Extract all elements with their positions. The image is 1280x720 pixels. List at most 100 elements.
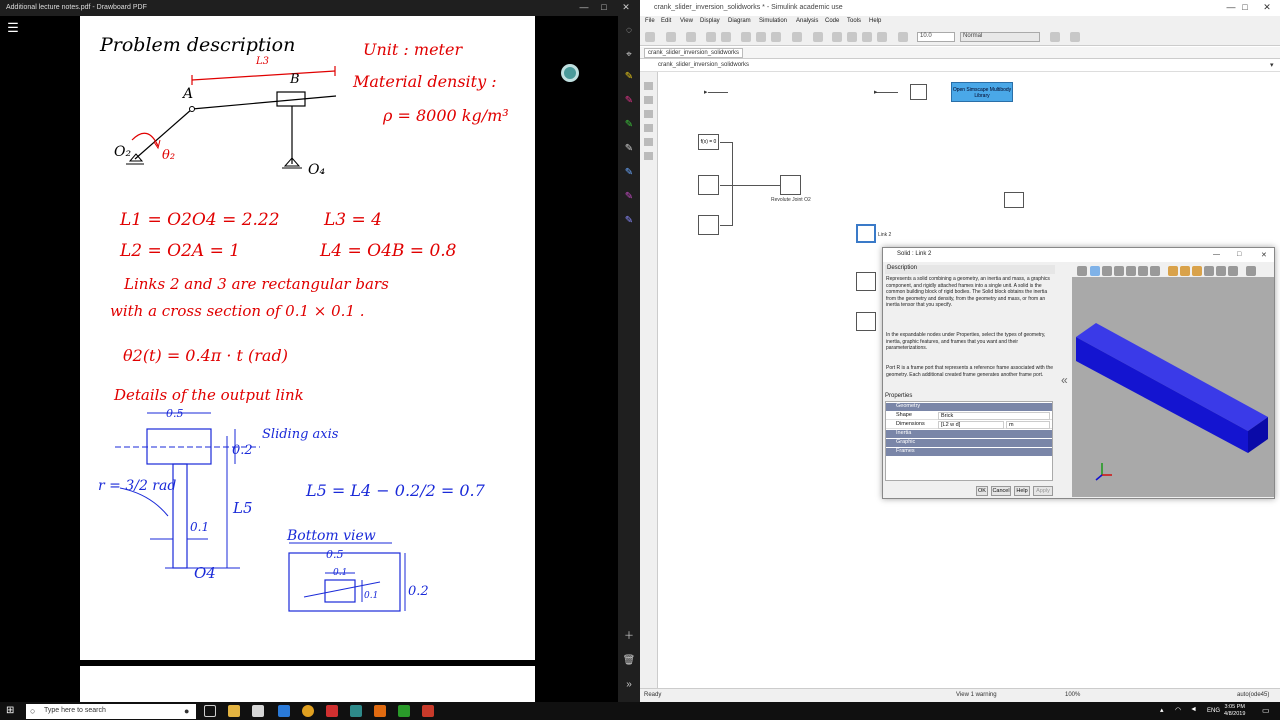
camtasia-icon[interactable] xyxy=(398,705,410,717)
link2-solid-block[interactable] xyxy=(856,224,876,243)
view-top-icon[interactable] xyxy=(1216,266,1226,276)
view-tool-icon[interactable] xyxy=(1077,266,1087,276)
graphic-node[interactable]: Graphic xyxy=(886,439,1052,447)
acrobat-icon[interactable] xyxy=(326,705,338,717)
view-back-icon[interactable] xyxy=(1180,266,1190,276)
sim-mode-select[interactable]: Normal xyxy=(960,32,1040,42)
mechanism-config-block[interactable] xyxy=(698,215,719,235)
record-icon[interactable] xyxy=(898,32,908,42)
view-left-icon[interactable] xyxy=(1192,266,1202,276)
pen-violet-icon[interactable]: ✎ xyxy=(622,214,636,228)
help-button[interactable]: Help xyxy=(1014,486,1030,496)
area-icon[interactable] xyxy=(644,152,653,160)
view-iso-icon[interactable] xyxy=(1228,266,1238,276)
menu-display[interactable]: Display xyxy=(700,18,720,24)
minimize-icon[interactable]: — xyxy=(577,2,591,12)
clock[interactable]: 3:05 PM 4/8/2019 xyxy=(1224,704,1245,718)
comment-icon[interactable]: ◌ xyxy=(622,24,636,38)
windows-start-icon[interactable]: ⊞ xyxy=(6,705,18,717)
transform-block[interactable] xyxy=(1004,192,1024,208)
open-library-block[interactable]: Open Simscape Multibody Library xyxy=(951,82,1013,102)
maximize-icon[interactable]: □ xyxy=(597,2,611,12)
taskbar-search-input[interactable]: Type here to search xyxy=(26,704,196,719)
close-icon[interactable]: ✕ xyxy=(619,2,633,13)
zoom-icon[interactable] xyxy=(1126,266,1136,276)
scope-block[interactable] xyxy=(910,84,927,100)
dimensions-input[interactable]: [L2 w d] xyxy=(938,421,1004,429)
redo-icon[interactable] xyxy=(721,32,731,42)
geometry-node[interactable]: Geometry xyxy=(886,403,1052,411)
sim-maximize-icon[interactable]: □ xyxy=(1238,2,1252,12)
mail-icon[interactable] xyxy=(278,705,290,717)
pen-purple-icon[interactable]: ✎ xyxy=(622,190,636,204)
step-back-icon[interactable] xyxy=(813,32,823,42)
open-icon[interactable] xyxy=(666,32,676,42)
collapse-panel-icon[interactable]: « xyxy=(1061,373,1068,387)
dialog-close-icon[interactable]: ✕ xyxy=(1261,251,1267,259)
dialog-maximize-icon[interactable]: □ xyxy=(1237,251,1241,258)
menu-diagram[interactable]: Diagram xyxy=(728,18,751,24)
solid-block[interactable] xyxy=(856,312,876,331)
file-explorer-icon[interactable] xyxy=(228,705,240,717)
drawboard-icon[interactable] xyxy=(350,705,362,717)
notifications-icon[interactable]: ▭ xyxy=(1262,706,1270,715)
menu-file[interactable]: File xyxy=(645,18,655,24)
inport-icon[interactable]: ▸ xyxy=(874,88,878,96)
status-solver[interactable]: auto(ode45) xyxy=(1237,692,1269,698)
frames-node[interactable]: Frames xyxy=(886,448,1052,456)
matlab-icon[interactable] xyxy=(374,705,386,717)
run-icon[interactable] xyxy=(847,32,857,42)
annotation-icon[interactable] xyxy=(644,124,653,132)
menu-simulation[interactable]: Simulation xyxy=(759,18,787,24)
back-icon[interactable] xyxy=(741,32,751,42)
solid-block[interactable] xyxy=(856,272,876,291)
menu-analysis[interactable]: Analysis xyxy=(796,18,818,24)
rotate-icon[interactable] xyxy=(1102,266,1112,276)
arrow-icon[interactable] xyxy=(644,110,653,118)
zoom-box-icon[interactable] xyxy=(1150,266,1160,276)
volume-icon[interactable]: ◄ xyxy=(1190,706,1197,713)
add-icon[interactable]: ＋ xyxy=(622,630,636,644)
dimensions-unit-select[interactable]: m xyxy=(1006,421,1050,429)
inport-icon[interactable]: ▸ xyxy=(704,88,708,96)
fit-icon[interactable] xyxy=(1138,266,1148,276)
network-icon[interactable]: ▴ xyxy=(1160,706,1164,714)
pen-blue-icon[interactable]: ✎ xyxy=(622,166,636,180)
check-icon[interactable] xyxy=(1050,32,1060,42)
image-icon[interactable] xyxy=(644,138,653,146)
language-indicator[interactable]: ENG xyxy=(1207,708,1220,714)
new-model-icon[interactable] xyxy=(645,32,655,42)
undo-icon[interactable] xyxy=(706,32,716,42)
library-icon[interactable] xyxy=(771,32,781,42)
pen-green-icon[interactable]: ✎ xyxy=(622,118,636,132)
shape-select[interactable]: Brick xyxy=(938,412,1050,420)
dialog-minimize-icon[interactable]: — xyxy=(1213,251,1220,258)
world-frame-block[interactable] xyxy=(698,175,719,195)
task-view-icon[interactable] xyxy=(204,705,216,717)
pan-icon[interactable] xyxy=(1114,266,1124,276)
pen-pink-icon[interactable]: ✎ xyxy=(622,94,636,108)
zoom-icon[interactable] xyxy=(644,82,653,90)
menu-tools[interactable]: Tools xyxy=(847,18,861,24)
chevron-down-icon[interactable]: ▾ xyxy=(1270,61,1274,69)
ok-button[interactable]: OK xyxy=(976,486,988,496)
store-icon[interactable] xyxy=(252,705,264,717)
step-icon[interactable] xyxy=(832,32,842,42)
axes-icon[interactable] xyxy=(1246,266,1256,276)
pen-yellow-icon[interactable]: ✎ xyxy=(622,70,636,84)
sim-minimize-icon[interactable]: — xyxy=(1224,2,1238,12)
microphone-icon[interactable]: ● xyxy=(184,706,189,716)
stop-time-input[interactable]: 10.0 xyxy=(917,32,955,42)
stop-icon[interactable] xyxy=(877,32,887,42)
wifi-icon[interactable]: ◠ xyxy=(1175,706,1181,714)
collapse-icon[interactable]: » xyxy=(622,678,636,692)
inertia-node[interactable]: Inertia xyxy=(886,430,1052,438)
build-icon[interactable] xyxy=(1070,32,1080,42)
tab-model[interactable]: crank_slider_inversion_solidworks xyxy=(644,48,744,58)
cancel-button[interactable]: Cancel xyxy=(991,486,1011,496)
chrome-icon[interactable] xyxy=(302,705,314,717)
settings-icon[interactable] xyxy=(792,32,802,42)
menu-code[interactable]: Code xyxy=(825,18,839,24)
breadcrumb-item[interactable]: crank_slider_inversion_solidworks xyxy=(658,62,749,68)
solver-config-block[interactable]: f(x) = 0 xyxy=(698,134,719,150)
